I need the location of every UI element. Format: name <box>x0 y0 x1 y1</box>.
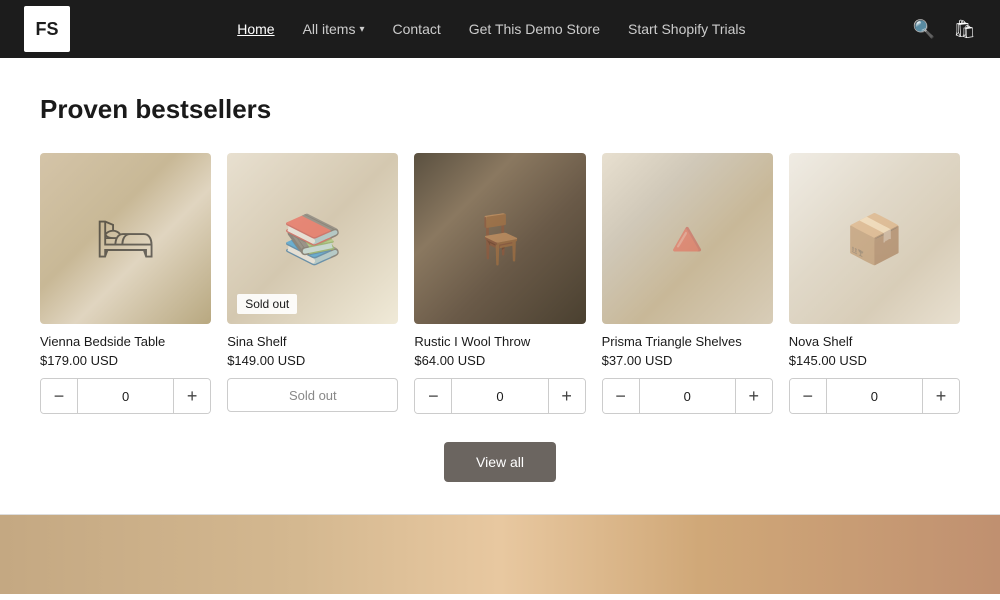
qty-control-vienna-bedside: − + <box>40 378 211 414</box>
product-card-prisma-triangle: Prisma Triangle Shelves $37.00 USD − + <box>602 153 773 414</box>
nav-link-contact[interactable]: Contact <box>393 21 441 37</box>
product-price-rustic-wool: $64.00 USD <box>414 353 585 368</box>
product-price-sina-shelf: $149.00 USD <box>227 353 398 368</box>
view-all-button[interactable]: View all <box>444 442 556 482</box>
product-name-nova-shelf: Nova Shelf <box>789 334 960 349</box>
product-name-prisma-triangle: Prisma Triangle Shelves <box>602 334 773 349</box>
nav-icons: 🔍 🛍 <box>913 20 976 38</box>
product-image-sina-shelf[interactable]: Sold out <box>227 153 398 324</box>
bottom-banner <box>0 514 1000 594</box>
logo-mark[interactable]: FS <box>24 6 70 52</box>
qty-increase-rustic-wool[interactable]: + <box>549 379 585 413</box>
product-card-sina-shelf: Sold out Sina Shelf $149.00 USD Sold out <box>227 153 398 414</box>
qty-input-vienna-bedside[interactable] <box>77 379 174 413</box>
nav-logo[interactable]: FS <box>24 6 70 52</box>
product-name-vienna-bedside: Vienna Bedside Table <box>40 334 211 349</box>
qty-input-nova-shelf[interactable] <box>826 379 923 413</box>
sold-out-badge-sina-shelf: Sold out <box>237 294 297 314</box>
qty-decrease-vienna-bedside[interactable]: − <box>41 379 77 413</box>
main-content: Proven bestsellers Vienna Bedside Table … <box>0 58 1000 482</box>
qty-input-prisma-triangle[interactable] <box>639 379 736 413</box>
search-icon: 🔍 <box>913 19 935 39</box>
nav-link-shopify-trials[interactable]: Start Shopify Trials <box>628 21 746 37</box>
product-card-nova-shelf: Nova Shelf $145.00 USD − + <box>789 153 960 414</box>
product-name-sina-shelf: Sina Shelf <box>227 334 398 349</box>
product-image-rustic-wool[interactable] <box>414 153 585 324</box>
qty-decrease-rustic-wool[interactable]: − <box>415 379 451 413</box>
qty-decrease-prisma-triangle[interactable]: − <box>603 379 639 413</box>
qty-decrease-nova-shelf[interactable]: − <box>790 379 826 413</box>
product-price-nova-shelf: $145.00 USD <box>789 353 960 368</box>
product-image-vienna-bedside[interactable] <box>40 153 211 324</box>
cart-icon: 🛍 <box>953 19 976 39</box>
product-grid: Vienna Bedside Table $179.00 USD − + Sol… <box>40 153 960 414</box>
nav-link-home[interactable]: Home <box>237 21 274 37</box>
search-button[interactable]: 🔍 <box>913 20 935 38</box>
qty-increase-prisma-triangle[interactable]: + <box>736 379 772 413</box>
qty-increase-vienna-bedside[interactable]: + <box>174 379 210 413</box>
product-price-prisma-triangle: $37.00 USD <box>602 353 773 368</box>
product-price-vienna-bedside: $179.00 USD <box>40 353 211 368</box>
qty-control-nova-shelf: − + <box>789 378 960 414</box>
section-title: Proven bestsellers <box>40 94 960 125</box>
qty-control-prisma-triangle: − + <box>602 378 773 414</box>
qty-input-rustic-wool[interactable] <box>451 379 548 413</box>
sold-out-button-sina-shelf: Sold out <box>227 378 398 412</box>
qty-control-rustic-wool: − + <box>414 378 585 414</box>
nav-links: Home All items Contact Get This Demo Sto… <box>237 21 745 37</box>
nav-link-demo-store[interactable]: Get This Demo Store <box>469 21 600 37</box>
product-card-rustic-wool: Rustic I Wool Throw $64.00 USD − + <box>414 153 585 414</box>
nav-link-all-items[interactable]: All items <box>303 21 365 37</box>
navbar: FS Home All items Contact Get This Demo … <box>0 0 1000 58</box>
product-image-nova-shelf[interactable] <box>789 153 960 324</box>
product-card-vienna-bedside: Vienna Bedside Table $179.00 USD − + <box>40 153 211 414</box>
cart-button[interactable]: 🛍 <box>953 20 976 38</box>
product-image-prisma-triangle[interactable] <box>602 153 773 324</box>
qty-increase-nova-shelf[interactable]: + <box>923 379 959 413</box>
product-name-rustic-wool: Rustic I Wool Throw <box>414 334 585 349</box>
view-all-section: View all <box>40 442 960 482</box>
